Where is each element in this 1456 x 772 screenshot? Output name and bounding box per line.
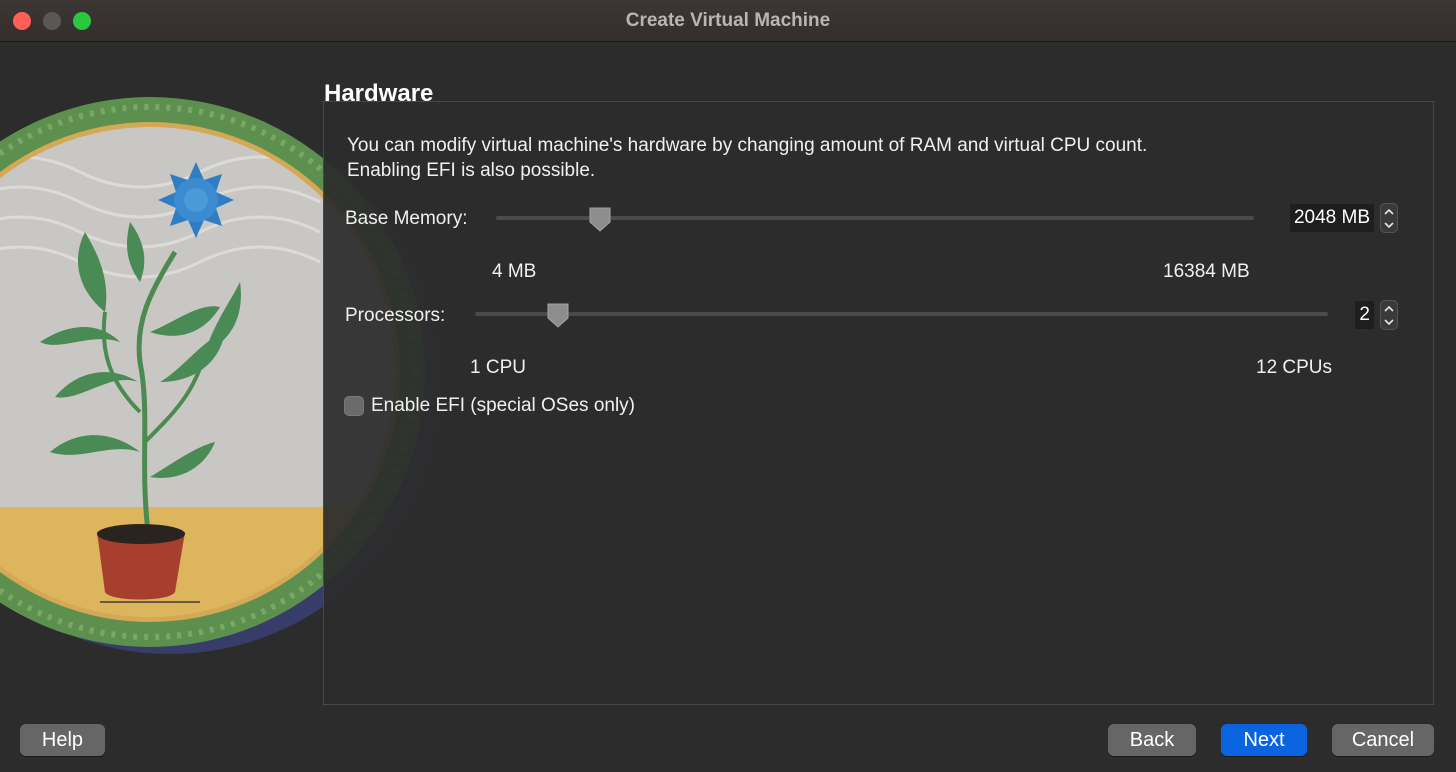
enable-efi-checkbox[interactable] <box>344 396 364 416</box>
processors-min-label: 1 CPU <box>470 357 526 378</box>
help-button[interactable]: Help <box>20 724 105 756</box>
chevron-down-icon[interactable] <box>1381 315 1397 329</box>
section-description: You can modify virtual machine's hardwar… <box>347 133 1347 183</box>
title-bar: Create Virtual Machine <box>0 0 1456 42</box>
processors-stepper[interactable] <box>1380 300 1398 330</box>
base-memory-value[interactable]: 2048 MB <box>1289 204 1374 232</box>
processors-spinbox[interactable]: 2 <box>1346 300 1398 331</box>
base-memory-min-label: 4 MB <box>492 261 537 282</box>
processors-slider-thumb[interactable] <box>546 302 570 328</box>
base-memory-spinbox[interactable]: 2048 MB <box>1272 203 1398 234</box>
wizard-body: Hardware You can modify virtual machine'… <box>0 42 1456 772</box>
base-memory-max-label: 16384 MB <box>1163 261 1250 282</box>
base-memory-stepper[interactable] <box>1380 203 1398 233</box>
description-line-1: You can modify virtual machine's hardwar… <box>347 135 1148 156</box>
base-memory-slider-thumb[interactable] <box>588 206 612 232</box>
cancel-button[interactable]: Cancel <box>1332 724 1434 756</box>
chevron-up-icon[interactable] <box>1381 204 1397 218</box>
chevron-up-icon[interactable] <box>1381 301 1397 315</box>
processors-slider[interactable] <box>475 312 1328 316</box>
description-line-2: Enabling EFI is also possible. <box>347 160 596 181</box>
chevron-down-icon[interactable] <box>1381 218 1397 232</box>
processors-value[interactable]: 2 <box>1355 301 1374 329</box>
processors-max-label: 12 CPUs <box>1256 357 1333 378</box>
processors-label: Processors: <box>345 305 446 326</box>
enable-efi-label[interactable]: Enable EFI (special OSes only) <box>371 395 635 417</box>
base-memory-label: Base Memory: <box>345 208 468 229</box>
window-title: Create Virtual Machine <box>625 10 831 31</box>
next-button[interactable]: Next <box>1221 724 1307 756</box>
back-button[interactable]: Back <box>1108 724 1196 756</box>
